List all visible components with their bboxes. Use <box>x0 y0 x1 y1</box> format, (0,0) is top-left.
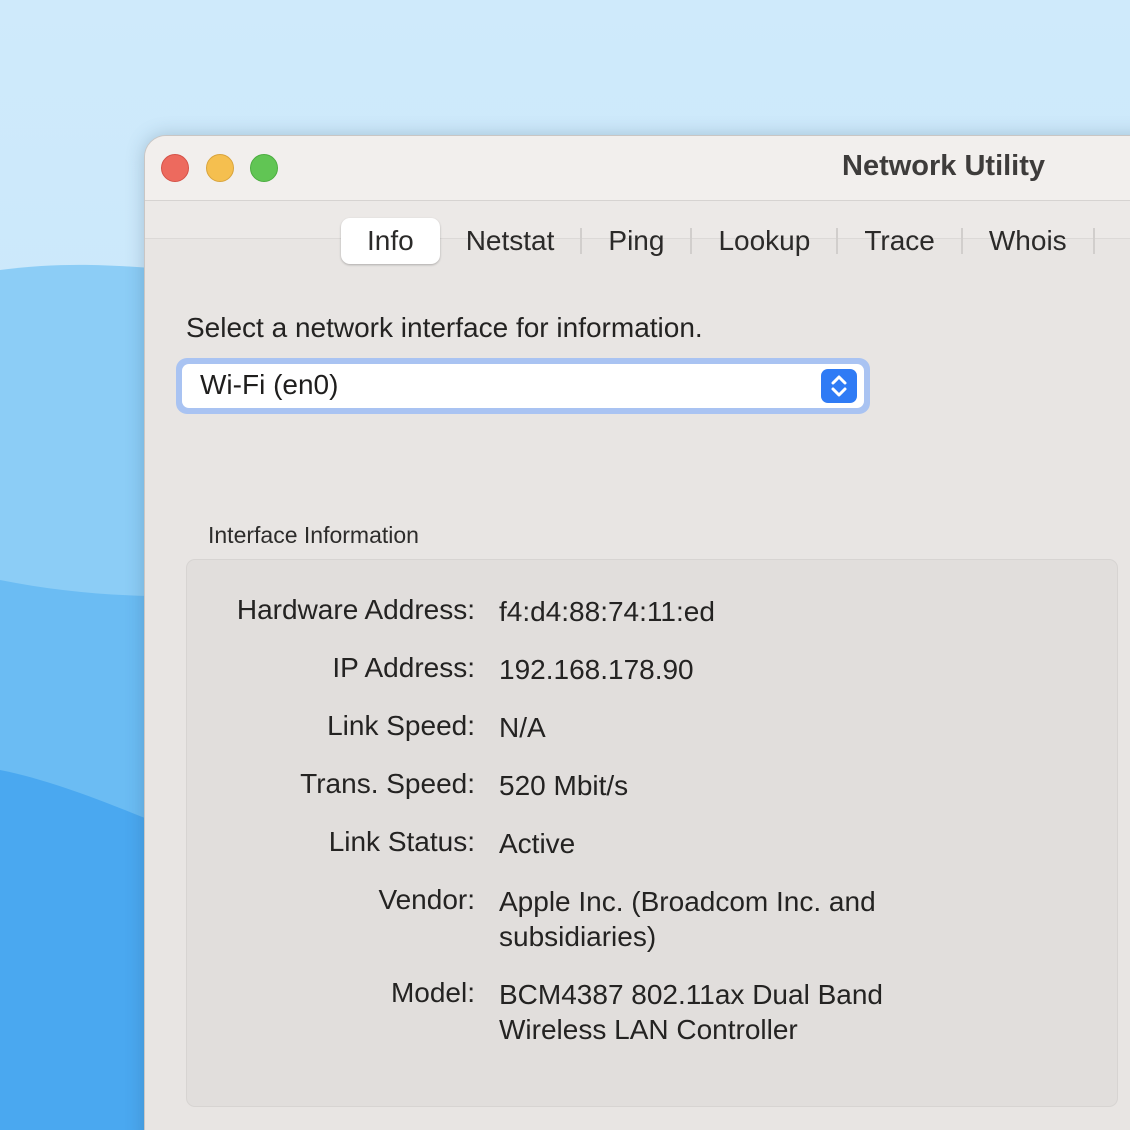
tab-lookup[interactable]: Lookup <box>692 218 836 264</box>
info-label: Link Speed: <box>327 710 475 741</box>
desktop-background: Network Utility Info Netstat Ping Lookup… <box>0 0 1130 1130</box>
tab-ping[interactable]: Ping <box>582 218 690 264</box>
tab-whois[interactable]: Whois <box>963 218 1093 264</box>
chevron-up-down-icon[interactable] <box>821 369 857 403</box>
interface-prompt: Select a network interface for informati… <box>186 312 703 343</box>
title-bar[interactable]: Network Utility <box>145 136 1130 201</box>
interface-select[interactable]: Wi-Fi (en0) <box>176 358 870 414</box>
minimize-window-button[interactable] <box>206 154 234 182</box>
close-window-button[interactable] <box>161 154 189 182</box>
tab-divider <box>1092 228 1095 254</box>
network-utility-window: Network Utility Info Netstat Ping Lookup… <box>144 135 1130 1130</box>
tab-info[interactable]: Info <box>341 218 440 264</box>
interface-select-field[interactable]: Wi-Fi (en0) <box>182 364 864 408</box>
info-value: Apple Inc. (Broadcom Inc. and subsidiari… <box>499 886 876 952</box>
info-value: 520 Mbit/s <box>499 770 629 801</box>
section-label: Interface Information <box>208 522 419 548</box>
info-label: IP Address: <box>332 652 475 683</box>
info-value: 192.168.178.90 <box>499 654 694 685</box>
zoom-window-button[interactable] <box>250 154 278 182</box>
info-value: Active <box>499 828 576 859</box>
info-value: N/A <box>499 712 546 743</box>
info-label: Link Status: <box>328 826 475 857</box>
info-label: Vendor: <box>378 884 475 915</box>
window-title: Network Utility <box>842 150 1046 182</box>
tab-bar: Info Netstat Ping Lookup Trace Whois <box>341 218 1095 264</box>
info-value: f4:d4:88:74:11:ed <box>499 596 715 627</box>
tab-netstat[interactable]: Netstat <box>440 218 581 264</box>
interface-select-value: Wi-Fi (en0) <box>200 369 339 400</box>
info-value: BCM4387 802.11ax Dual Band Wireless LAN … <box>499 979 883 1045</box>
info-label: Model: <box>390 977 475 1008</box>
interface-info-panel: Hardware Address: f4:d4:88:74:11:ed IP A… <box>186 559 1118 1107</box>
tab-trace[interactable]: Trace <box>838 218 961 264</box>
info-label: Hardware Address: <box>236 594 475 625</box>
info-label: Trans. Speed: <box>300 768 475 799</box>
